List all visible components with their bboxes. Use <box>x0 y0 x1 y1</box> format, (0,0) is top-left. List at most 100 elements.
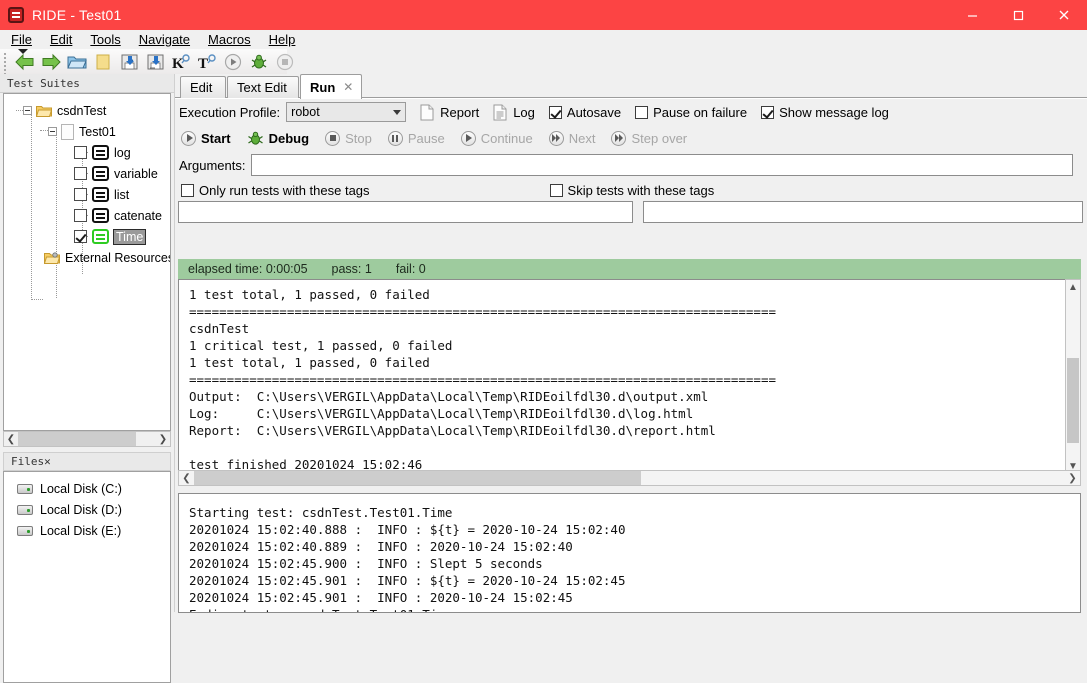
tree-item-Test01[interactable]: Test01 <box>4 121 170 142</box>
test-suites-tree[interactable]: csdnTest Test01 log variable list catena… <box>3 93 171 431</box>
menu-navigate[interactable]: Navigate <box>136 32 193 47</box>
scroll-track[interactable] <box>194 471 1065 485</box>
collapse-box-icon[interactable] <box>48 127 57 136</box>
close-icon[interactable]: ✕ <box>44 455 51 468</box>
menu-macros[interactable]: Macros <box>205 32 254 47</box>
autosave-checkbox[interactable]: Autosave <box>548 105 621 120</box>
log-document-icon <box>493 104 507 121</box>
save-icon[interactable] <box>116 50 142 73</box>
next-label: Next <box>568 130 596 146</box>
arguments-input[interactable] <box>251 154 1074 176</box>
console-output[interactable]: 1 test total, 1 passed, 0 failed =======… <box>178 279 1066 475</box>
search-keyword-icon[interactable]: K <box>168 50 194 73</box>
menu-edit[interactable]: Edit <box>47 32 75 47</box>
list-item-label: Local Disk (E:) <box>40 523 122 538</box>
tab-text-edit[interactable]: Text Edit <box>227 76 299 98</box>
collapse-box-icon[interactable] <box>23 106 32 115</box>
scroll-track[interactable] <box>18 432 156 446</box>
tree-item-checkbox[interactable] <box>74 146 87 159</box>
show-message-log-checkbox[interactable]: Show message log <box>761 105 889 120</box>
scroll-left-icon[interactable]: ❮ <box>179 473 194 484</box>
list-item[interactable]: Local Disk (D:) <box>4 499 170 520</box>
tree-horizontal-scrollbar[interactable]: ❮ ❯ <box>3 431 171 447</box>
scroll-right-icon[interactable]: ❯ <box>156 434 170 445</box>
menu-file[interactable]: File <box>8 32 35 47</box>
checkbox-box[interactable] <box>635 105 649 119</box>
stop-label: Stop <box>345 130 372 146</box>
svg-text:K: K <box>172 56 184 71</box>
menu-help[interactable]: Help <box>266 32 299 47</box>
files-list[interactable]: Local Disk (C:) Local Disk (D:) Local Di… <box>3 471 171 683</box>
checkbox-box[interactable] <box>761 105 775 119</box>
step-over-button: Step over <box>611 130 687 146</box>
testcase-icon-green <box>92 229 109 244</box>
checkbox-box[interactable] <box>548 105 562 119</box>
tree-item-Time[interactable]: Time <box>4 226 170 247</box>
editor-tabs: Edit Text Edit Run ✕ <box>175 74 1087 99</box>
title-bar: RIDE - Test01 <box>0 0 1087 30</box>
play-icon <box>460 130 476 146</box>
back-arrow-icon[interactable] <box>12 50 38 73</box>
tree-item-checkbox[interactable] <box>74 230 87 243</box>
close-icon[interactable] <box>1041 0 1087 30</box>
stop-icon[interactable] <box>272 50 298 73</box>
list-item[interactable]: Local Disk (E:) <box>4 520 170 541</box>
files-panel-title: Files <box>11 455 45 468</box>
list-item-label: Local Disk (D:) <box>40 502 122 517</box>
tree-item-checkbox[interactable] <box>74 188 87 201</box>
only-run-tags-input[interactable] <box>178 201 633 223</box>
fail-count-text: fail: 0 <box>395 262 426 276</box>
close-icon[interactable]: ✕ <box>343 80 353 94</box>
scroll-up-icon[interactable]: ▲ <box>1066 280 1080 295</box>
log-button[interactable]: Log <box>493 104 535 121</box>
tree-item-label: External Resources <box>65 250 171 265</box>
save-all-icon[interactable] <box>142 50 168 73</box>
scroll-thumb[interactable] <box>1067 358 1079 443</box>
debug-button[interactable]: Debug <box>247 130 309 146</box>
tree-item-label: Test01 <box>79 124 116 139</box>
ride-application-window: RIDE - Test01 File Edit Tools Navigate M… <box>0 0 1087 683</box>
tab-run[interactable]: Run ✕ <box>300 74 362 99</box>
menu-tools[interactable]: Tools <box>87 32 123 47</box>
menu-edit-label: Edit <box>49 32 73 47</box>
message-log[interactable]: Starting test: csdnTest.Test01.Time 2020… <box>178 493 1081 613</box>
tree-item-variable[interactable]: variable <box>4 163 170 184</box>
report-button[interactable]: Report <box>420 104 479 121</box>
search-test-icon[interactable]: T <box>194 50 220 73</box>
tree-item-list[interactable]: list <box>4 184 170 205</box>
pause-on-failure-label: Pause on failure <box>653 104 748 120</box>
execution-profile-select[interactable]: robot <box>286 102 407 122</box>
debug-bug-icon[interactable] <box>246 50 272 73</box>
start-button[interactable]: Start <box>181 130 231 146</box>
pause-on-failure-checkbox[interactable]: Pause on failure <box>635 105 747 120</box>
scroll-thumb[interactable] <box>18 432 136 446</box>
menu-navigate-label: Navigate <box>138 32 191 47</box>
scroll-thumb[interactable] <box>194 471 641 485</box>
console-vertical-scrollbar[interactable]: ▲ ▼ <box>1065 279 1081 475</box>
skip-tags-input[interactable] <box>642 201 1083 223</box>
status-bar: elapsed time: 0:00:05 pass: 1 fail: 0 <box>178 259 1081 279</box>
run-icon[interactable] <box>220 50 246 73</box>
list-item[interactable]: Local Disk (C:) <box>4 478 170 499</box>
tab-edit[interactable]: Edit <box>180 76 226 98</box>
scroll-left-icon[interactable]: ❮ <box>4 434 18 445</box>
chevron-down-icon[interactable] <box>393 109 402 115</box>
forward-arrow-icon[interactable] <box>38 50 64 73</box>
console-horizontal-scrollbar[interactable]: ❮ ❯ <box>178 470 1081 486</box>
left-panel: Test Suites csdnTest Test01 log variable… <box>0 74 175 683</box>
tree-item-checkbox[interactable] <box>74 167 87 180</box>
tree-item-label: variable <box>114 166 158 181</box>
tree-item-catenate[interactable]: catenate <box>4 205 170 226</box>
tree-item-checkbox[interactable] <box>74 209 87 222</box>
only-run-tags-checkbox[interactable] <box>181 183 194 197</box>
skip-tags-checkbox[interactable] <box>549 183 563 197</box>
tree-item-csdnTest[interactable]: csdnTest <box>4 100 170 121</box>
debug-label: Debug <box>268 130 310 146</box>
tree-item-log[interactable]: log <box>4 142 170 163</box>
open-folder-icon[interactable] <box>64 50 90 73</box>
tree-item-external-resources[interactable]: External Resources <box>4 247 170 268</box>
new-folder-icon[interactable] <box>90 50 116 73</box>
minimize-icon[interactable] <box>949 0 995 30</box>
scroll-right-icon[interactable]: ❯ <box>1065 473 1080 484</box>
maximize-icon[interactable] <box>995 0 1041 30</box>
